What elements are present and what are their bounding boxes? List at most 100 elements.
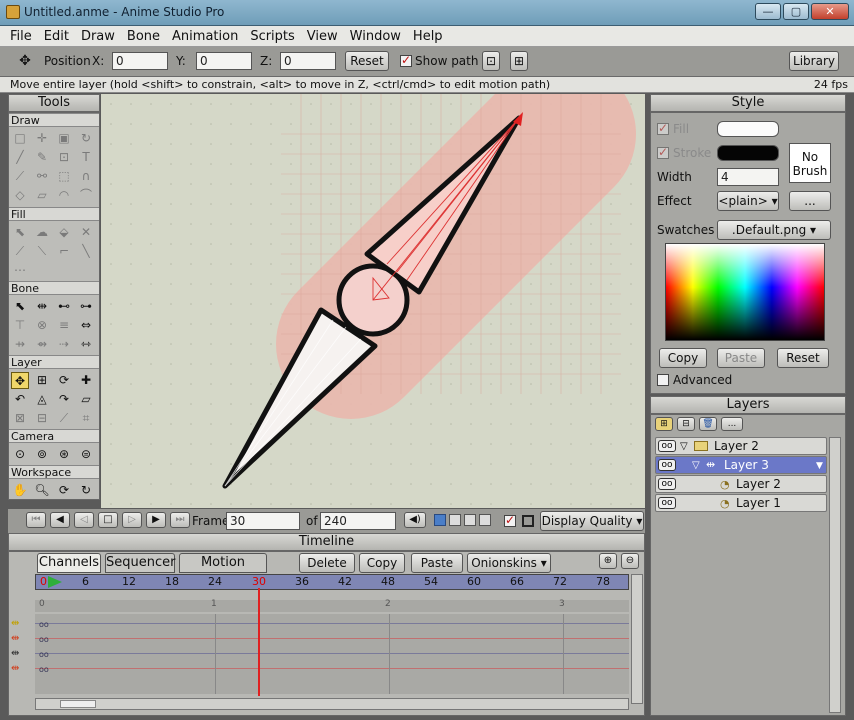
roll-camera-icon[interactable]: ⊛ xyxy=(55,446,73,463)
curvature-icon[interactable]: ◇ xyxy=(11,187,29,204)
set-origin-icon[interactable]: ✚ xyxy=(77,372,95,389)
keyframe-row-2[interactable]: oo xyxy=(39,635,49,644)
layer-row[interactable]: oo ◔ Layer 2 xyxy=(655,475,827,493)
frame-input[interactable]: 30 xyxy=(226,512,300,530)
path-icon-button-2[interactable]: ⊞ xyxy=(510,51,528,71)
draw-shape-icon[interactable]: ✎ xyxy=(33,149,51,166)
warp-icon[interactable]: ⌒ xyxy=(77,187,95,204)
prev-frame-icon[interactable]: ◁ xyxy=(74,512,94,528)
magnet-icon[interactable]: ∩ xyxy=(77,168,95,185)
style-reset-button[interactable]: Reset xyxy=(777,348,829,368)
flip-layer-icon[interactable]: ↶ xyxy=(11,391,29,408)
effect-dropdown[interactable]: <plain> ▾ xyxy=(717,191,779,211)
visibility-eye-icon[interactable]: oo xyxy=(658,459,676,471)
shear-points-icon[interactable]: ⚯ xyxy=(33,168,51,185)
effect-more-button[interactable]: ... xyxy=(789,191,831,211)
layers-scrollbar[interactable] xyxy=(829,437,841,713)
current-frame-indicator[interactable] xyxy=(258,588,260,696)
eyedropper-icon[interactable]: ⟋ xyxy=(11,243,29,260)
select-points-icon[interactable]: ▣ xyxy=(55,130,73,147)
tab-motion-graph[interactable]: Motion Graph xyxy=(179,553,267,588)
fast-forward-icon[interactable]: ⏭ xyxy=(170,512,190,528)
visibility-eye-icon[interactable]: oo xyxy=(658,478,676,490)
copy-button[interactable]: Copy xyxy=(359,553,405,573)
single-view-icon[interactable] xyxy=(434,514,446,526)
reparent-bone-icon[interactable]: ⊶ xyxy=(77,298,95,315)
paint-bucket-icon[interactable]: ⬙ xyxy=(55,224,73,241)
step-back-icon[interactable]: ◀ xyxy=(50,512,70,528)
path-icon-button[interactable]: ⊡ xyxy=(482,51,500,71)
bone-physics-icon[interactable]: ⇴ xyxy=(33,336,51,353)
rotate-layer-icon[interactable]: ⟳ xyxy=(55,372,73,389)
delete-shape-icon[interactable]: ✕ xyxy=(77,224,95,241)
menu-view[interactable]: View xyxy=(301,26,344,44)
keyframe-row-4[interactable]: oo xyxy=(39,665,49,674)
zoom-camera-icon[interactable]: ⊚ xyxy=(33,446,51,463)
bind-layer-icon[interactable]: ≡ xyxy=(55,317,73,334)
add-bone-icon[interactable]: ⊷ xyxy=(55,298,73,315)
x-input[interactable]: 0 xyxy=(112,52,168,70)
bone-strength-icon[interactable]: ⊤ xyxy=(11,317,29,334)
fill-color-swatch[interactable] xyxy=(717,121,779,137)
layer-row[interactable]: oo ◔ Layer 1 xyxy=(655,494,827,512)
reset-button[interactable]: Reset xyxy=(345,51,389,71)
layer-row[interactable]: oo ▽ Layer 2 xyxy=(655,437,827,455)
next-frame-icon[interactable]: ▶ xyxy=(146,512,166,528)
paste-button[interactable]: Paste xyxy=(411,553,463,573)
delete-button[interactable]: Delete xyxy=(299,553,355,573)
freehand-icon[interactable]: ╱ xyxy=(11,149,29,166)
scale-layer-icon[interactable]: ⊞ xyxy=(33,372,51,389)
split-view-icon[interactable] xyxy=(449,514,461,526)
zoom-workspace-icon[interactable]: 🔍︎ xyxy=(33,482,51,499)
layer-extra-icon[interactable]: ⌗ xyxy=(77,410,95,427)
track-camera-icon[interactable]: ⊙ xyxy=(11,446,29,463)
bone-tool-extra-icon[interactable]: ⇿ xyxy=(77,336,95,353)
z-input[interactable]: 0 xyxy=(280,52,336,70)
advanced-checkbox[interactable] xyxy=(657,374,669,386)
bind-points-icon[interactable]: ⇔ xyxy=(77,317,95,334)
particle-layer-icon[interactable]: ⊟ xyxy=(33,410,51,427)
y-input[interactable]: 0 xyxy=(196,52,252,70)
zoom-in-icon[interactable]: ⊕ xyxy=(599,553,617,569)
layer-shear-icon[interactable]: ◬ xyxy=(33,391,51,408)
menu-window[interactable]: Window xyxy=(344,26,407,44)
offset-bone-icon[interactable]: ⇸ xyxy=(11,336,29,353)
layer-rotate-xy-icon[interactable]: ↷ xyxy=(55,391,73,408)
delete-layer-icon[interactable]: 🗑︎ xyxy=(699,417,717,431)
menu-help[interactable]: Help xyxy=(407,26,449,44)
render-checkbox[interactable] xyxy=(504,513,516,527)
color-swatch-palette[interactable] xyxy=(665,243,825,341)
tab-channels[interactable]: Channels xyxy=(37,553,101,573)
menu-draw[interactable]: Draw xyxy=(75,26,121,44)
bone-smart-icon[interactable]: ⇢ xyxy=(55,336,73,353)
layer-dropdown-arrow-icon[interactable]: ▼ xyxy=(816,458,823,474)
menu-edit[interactable]: Edit xyxy=(38,26,75,44)
triple-view-icon[interactable] xyxy=(464,514,476,526)
stroke-checkbox[interactable] xyxy=(657,145,669,159)
frame-outline-icon[interactable] xyxy=(522,515,534,527)
line-width-icon[interactable]: ⟍ xyxy=(33,243,51,260)
play-marker-icon[interactable] xyxy=(48,576,62,588)
library-button[interactable]: Library xyxy=(789,51,839,71)
new-layer-icon[interactable]: ⊞ xyxy=(655,417,673,431)
horizontal-scroll-thumb[interactable] xyxy=(60,700,96,708)
orbit-workspace-icon[interactable]: ↻ xyxy=(77,482,95,499)
menu-animation[interactable]: Animation xyxy=(166,26,244,44)
total-frames-input[interactable]: 240 xyxy=(320,512,396,530)
delete-edge-icon[interactable]: ⬚ xyxy=(55,168,73,185)
timeline-horizontal-scrollbar[interactable] xyxy=(35,698,629,710)
pan-workspace-icon[interactable]: ✋ xyxy=(11,482,29,499)
width-input[interactable]: 4 xyxy=(717,168,779,186)
menu-bone[interactable]: Bone xyxy=(121,26,166,44)
drawing-canvas[interactable] xyxy=(101,94,645,508)
create-shape-icon[interactable]: ☁ xyxy=(33,224,51,241)
channel-area[interactable]: oo oo oo oo xyxy=(35,614,629,694)
noise-icon[interactable]: ◠ xyxy=(55,187,73,204)
scale-points-icon[interactable]: ⊡ xyxy=(55,149,73,166)
close-button[interactable]: ✕ xyxy=(811,3,849,20)
play-icon[interactable]: ▷ xyxy=(122,512,142,528)
add-point-icon[interactable]: □ xyxy=(11,130,29,147)
quad-view-icon[interactable] xyxy=(479,514,491,526)
style-paste-button[interactable]: Paste xyxy=(717,348,765,368)
pan-tilt-camera-icon[interactable]: ⊜ xyxy=(77,446,95,463)
